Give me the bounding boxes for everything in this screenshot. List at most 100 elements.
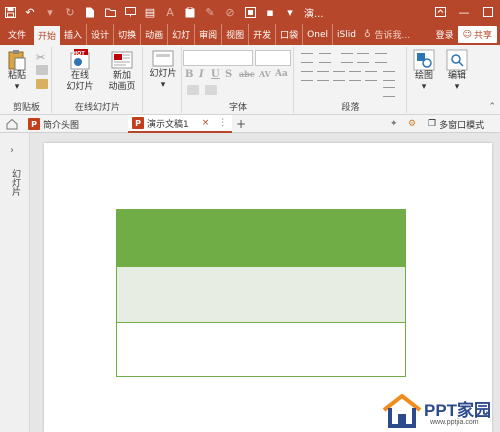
char-spacing-button[interactable]: AV — [259, 69, 271, 79]
shadow-button[interactable]: S — [225, 69, 232, 80]
brush-icon[interactable]: ✎ — [200, 0, 220, 24]
share-button[interactable]: ☺ 共享 — [457, 26, 497, 43]
watermark-brand: PPT家园 — [424, 401, 492, 420]
chevron-down-icon: ▾ — [454, 82, 460, 92]
layout-icon[interactable]: ▤ — [140, 0, 160, 24]
tab-slideshow[interactable]: 幻灯 — [168, 24, 196, 45]
screenshot-icon[interactable] — [240, 0, 260, 24]
numbering-icon[interactable] — [319, 53, 331, 63]
slides-pane-collapsed[interactable]: › 幻灯片 — [0, 133, 30, 432]
collapse-ribbon-icon[interactable]: ⌃ — [488, 102, 496, 112]
tab-onekey[interactable]: Onel — [303, 24, 333, 45]
ribbon-display-icon[interactable] — [428, 0, 452, 24]
align-left-icon[interactable] — [301, 71, 313, 81]
font-color-icon[interactable]: A — [160, 0, 180, 24]
tab-file[interactable]: 文件 — [0, 24, 34, 45]
table-row[interactable] — [117, 322, 405, 376]
online-slide-button[interactable]: HOT 在线 幻灯片 — [63, 49, 97, 93]
tab-home[interactable]: 开始 — [34, 26, 61, 45]
chevron-down-icon: ▾ — [14, 82, 20, 92]
doc-tab-active[interactable]: P 演示文稿1 × ⋮ — [128, 115, 232, 133]
underline-button[interactable]: U — [211, 69, 220, 80]
drawing-button[interactable]: 绘图 ▾ — [410, 49, 438, 93]
slideshow-icon[interactable] — [120, 0, 140, 24]
bold-button[interactable]: B — [185, 69, 193, 80]
more-options-icon[interactable]: ⋮ — [218, 118, 227, 128]
watermark-url: www.pptjia.com — [430, 419, 479, 426]
tab-insert[interactable]: 插入 — [60, 24, 88, 45]
copy-icon[interactable] — [36, 65, 48, 75]
tab-design[interactable]: 设计 — [87, 24, 115, 45]
doc-tab-label: 简介头图 — [43, 120, 80, 131]
font-size-combo[interactable] — [255, 50, 291, 66]
tab-developer[interactable]: 开发 — [249, 24, 277, 45]
shapes-icon — [413, 49, 435, 71]
change-case-button[interactable]: Aa — [275, 69, 288, 79]
smartart-icon[interactable] — [383, 87, 395, 97]
settings-sparkle-icon[interactable]: ✦ — [390, 115, 398, 133]
multi-window-button[interactable]: ❐ 多窗口模式 — [428, 115, 484, 133]
paste-label: 粘贴 — [7, 71, 26, 81]
gear-icon[interactable]: ⚙ — [408, 115, 416, 133]
shape-icon[interactable]: ⊘ — [220, 0, 240, 24]
slides-group: 幻灯片 ▾ — [144, 47, 182, 113]
align-center-icon[interactable] — [317, 71, 329, 81]
font-color-icon[interactable] — [205, 85, 217, 95]
decrease-indent-icon[interactable] — [341, 53, 353, 63]
justify-icon[interactable] — [349, 71, 361, 81]
maximize-icon[interactable] — [476, 0, 500, 24]
new-anim-page-button[interactable]: 新加 动画页 — [105, 49, 139, 93]
strikethrough-button[interactable]: abc — [239, 69, 255, 79]
tell-me-search[interactable]: ♁ 告诉我... — [360, 24, 414, 45]
new-anim-page-icon — [111, 51, 133, 69]
italic-button[interactable]: I — [199, 69, 204, 80]
hot-badge: HOT — [73, 51, 85, 57]
chevron-down-icon[interactable]: ▾ — [40, 0, 60, 24]
increase-indent-icon[interactable] — [357, 53, 369, 63]
minimize-icon[interactable]: — — [452, 0, 476, 24]
table-row[interactable] — [117, 210, 405, 266]
editing-group: 编辑 ▾ — [441, 47, 473, 113]
powerpoint-icon: P — [132, 117, 144, 129]
doc-tab-intro[interactable]: P 简介头图 — [24, 115, 128, 133]
slide-icon — [152, 50, 174, 67]
tab-islide[interactable]: iSlid — [333, 24, 360, 45]
close-icon[interactable]: × — [202, 118, 210, 128]
login-link[interactable]: 登录 — [432, 24, 458, 45]
columns-icon[interactable] — [383, 71, 395, 81]
add-tab-button[interactable]: + — [236, 115, 246, 133]
tab-pocket[interactable]: 口袋 — [276, 24, 304, 45]
font-name-combo[interactable] — [183, 50, 253, 66]
cut-icon[interactable]: ✂ — [36, 51, 48, 64]
online-slides-group-label: 在线幻灯片 — [74, 103, 120, 113]
expand-chevron-icon[interactable]: › — [10, 145, 14, 156]
table-row[interactable] — [117, 266, 405, 322]
tab-view[interactable]: 视图 — [222, 24, 250, 45]
line-spacing-icon[interactable] — [375, 53, 387, 63]
tab-animations[interactable]: 动画 — [141, 24, 169, 45]
tab-transitions[interactable]: 切换 — [114, 24, 142, 45]
bullets-icon[interactable] — [301, 53, 313, 63]
more-icon[interactable]: ▪ — [260, 0, 280, 24]
align-right-icon[interactable] — [333, 71, 345, 81]
slide-canvas[interactable] — [44, 143, 492, 432]
new-file-icon[interactable] — [80, 0, 100, 24]
chevron-down-icon[interactable]: ▾ — [280, 0, 300, 24]
redo-icon[interactable]: ↻ — [60, 0, 80, 24]
format-painter-icon[interactable] — [36, 79, 48, 89]
open-folder-icon[interactable] — [100, 0, 120, 24]
distribute-icon[interactable] — [365, 71, 377, 81]
paste-button[interactable]: 粘贴 ▾ — [6, 49, 28, 93]
paste-icon — [8, 50, 26, 71]
paste-special-icon[interactable] — [180, 0, 200, 24]
home-icon[interactable] — [4, 115, 20, 133]
text-highlight-icon[interactable] — [187, 85, 199, 95]
save-icon[interactable] — [0, 0, 20, 24]
work-area: › 幻灯片 — [0, 133, 500, 432]
new-slide-button[interactable]: 幻灯片 ▾ — [147, 49, 179, 91]
undo-icon[interactable]: ↶ — [20, 0, 40, 24]
share-label: 共享 — [473, 31, 492, 41]
tab-review[interactable]: 审阅 — [195, 24, 223, 45]
editing-button[interactable]: 编辑 ▾ — [443, 49, 471, 93]
slide-table[interactable] — [116, 209, 406, 377]
